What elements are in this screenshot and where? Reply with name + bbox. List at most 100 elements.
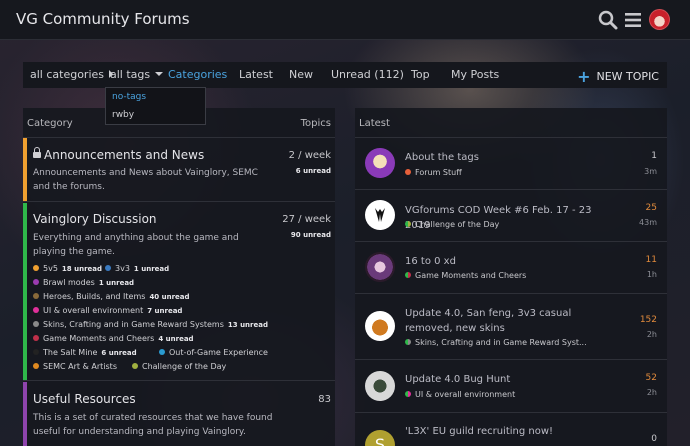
subcategory-salt-mine[interactable]: The Salt Mine 6 unread (33, 348, 137, 357)
topic-title[interactable]: 16 to 0 xd (405, 254, 605, 269)
topic-category[interactable]: Challenge of the Day (405, 220, 499, 229)
subcategory-ui-overall-environment[interactable]: UI & overall environment 7 unread (33, 306, 182, 315)
subcategory-unread: 1 unread (133, 265, 170, 273)
new-topic-label: NEW TOPIC (596, 70, 660, 83)
all-categories-dropdown[interactable]: all categories (30, 68, 114, 81)
reply-count[interactable]: 0 (651, 434, 657, 444)
new-topic-button[interactable]: + NEW TOPIC (577, 67, 659, 86)
category-title[interactable]: Announcements and News (33, 147, 205, 162)
topic-row: Update 4.0 Bug Hunt UI & overall environ… (355, 361, 667, 413)
site-title[interactable]: VG Community Forums (16, 10, 190, 28)
reply-count[interactable]: 152 (640, 315, 657, 325)
tags-dropdown-menu: no-tags rwby (105, 87, 206, 125)
category-dot-icon (33, 293, 39, 299)
activity-time[interactable]: 2h (647, 330, 657, 339)
nav-top[interactable]: Top (411, 68, 430, 81)
nav-categories[interactable]: Categories (168, 68, 227, 81)
subcategory-label: 5v5 (43, 264, 58, 273)
subcategory-heroes-builds-items[interactable]: Heroes, Builds, and Items 40 unread (33, 292, 190, 301)
topic-title[interactable]: Update 4.0, San feng, 3v3 casual removed… (405, 306, 605, 336)
subcategory-unread: 7 unread (147, 307, 183, 315)
nav-latest[interactable]: Latest (239, 68, 273, 81)
category-dot-icon (159, 349, 165, 355)
category-topic-count: 83 (318, 394, 331, 405)
caret-down-icon (155, 72, 164, 76)
all-tags-dropdown[interactable]: all tags (110, 68, 164, 81)
nav-new[interactable]: New (289, 68, 313, 81)
category-unread-count[interactable]: 90 unread (291, 231, 331, 239)
author-avatar[interactable] (365, 148, 395, 178)
reply-count[interactable]: 52 (646, 373, 657, 383)
topic-category[interactable]: Skins, Crafting and in Game Reward Syst.… (405, 338, 587, 347)
logo-icon (375, 208, 385, 222)
subcategory-label: The Salt Mine (43, 348, 98, 357)
category-description: Announcements and News about Vainglory, … (33, 168, 258, 192)
topic-category-label: UI & overall environment (415, 390, 516, 399)
category-dot-icon (33, 363, 39, 369)
category-dot-icon (33, 349, 39, 355)
nav-my-posts[interactable]: My Posts (451, 68, 499, 81)
category-dot-icon (405, 339, 411, 345)
author-avatar[interactable]: S (365, 430, 395, 446)
all-categories-label: all categories (30, 68, 105, 81)
category-title-text: Announcements and News (44, 148, 205, 162)
subcategory-skins-crafting[interactable]: Skins, Crafting and in Game Reward Syste… (33, 320, 268, 329)
nav-unread[interactable]: Unread (112) (331, 68, 404, 81)
category-column-header: Category (27, 118, 73, 129)
category-color-bar (23, 382, 27, 446)
category-dot-icon (33, 335, 39, 341)
category-dot-icon (405, 169, 411, 175)
subcategory-semc-art[interactable]: SEMC Art & Artists (33, 362, 117, 371)
activity-time[interactable]: 2h (647, 388, 657, 397)
topic-title[interactable]: 'L3X' EU guild recruiting now! (405, 424, 605, 439)
tag-option-rwby[interactable]: rwby (112, 110, 134, 120)
tag-option-no-tags[interactable]: no-tags (112, 92, 146, 102)
navigation-bar: all categories all tags Categories Lates… (23, 62, 667, 88)
activity-time[interactable]: 43m (639, 218, 657, 227)
activity-time[interactable]: 3m (644, 167, 657, 176)
subcategory-3v3[interactable]: 3v3 1 unread (105, 264, 169, 273)
topic-row: Update 4.0, San feng, 3v3 casual removed… (355, 295, 667, 360)
subcategory-brawl-modes[interactable]: Brawl modes 1 unread (33, 278, 134, 287)
author-avatar[interactable] (365, 200, 395, 230)
hamburger-menu-icon[interactable] (622, 9, 644, 31)
topic-category-label: Skins, Crafting and in Game Reward Syst.… (415, 338, 587, 347)
topic-category[interactable]: Game Moments and Cheers (405, 271, 526, 280)
category-dot-icon (33, 321, 39, 327)
subcategory-label: Heroes, Builds, and Items (43, 292, 146, 301)
subcategory-5v5[interactable]: 5v5 18 unread (33, 264, 102, 273)
topic-title[interactable]: About the tags (405, 150, 605, 165)
reply-count[interactable]: 25 (646, 203, 657, 213)
category-row: Useful Resources This is a set of curate… (23, 382, 335, 446)
all-tags-label: all tags (110, 68, 151, 81)
topic-category[interactable]: Forum Stuff (405, 168, 462, 177)
category-dot-icon (405, 221, 411, 227)
plus-icon: + (577, 67, 591, 86)
author-avatar[interactable] (365, 252, 395, 282)
subcategory-game-moments[interactable]: Game Moments and Cheers 4 unread (33, 334, 194, 343)
topic-title[interactable]: Update 4.0 Bug Hunt (405, 372, 605, 387)
topic-category-label: Challenge of the Day (415, 220, 500, 229)
subcategory-challenge-of-the-day[interactable]: Challenge of the Day (132, 362, 226, 371)
user-avatar[interactable] (649, 9, 670, 30)
activity-time[interactable]: 1h (647, 270, 657, 279)
subcategory-out-of-game[interactable]: Out-of-Game Experience (159, 348, 268, 357)
reply-count[interactable]: 1 (651, 151, 657, 161)
category-dot-icon (33, 307, 39, 313)
subcategory-label: Challenge of the Day (142, 362, 227, 371)
category-title[interactable]: Vainglory Discussion (33, 212, 157, 226)
category-title[interactable]: Useful Resources (33, 392, 136, 406)
subcategory-unread: 18 unread (61, 265, 103, 273)
author-avatar[interactable] (365, 311, 395, 341)
search-icon[interactable] (597, 9, 619, 31)
subcategory-label: Skins, Crafting and in Game Reward Syste… (43, 320, 224, 329)
category-unread-count[interactable]: 6 unread (296, 167, 331, 175)
reply-count[interactable]: 11 (646, 255, 657, 265)
topic-row: 16 to 0 xd Game Moments and Cheers 11 1h (355, 243, 667, 294)
topic-category[interactable]: UI & overall environment (405, 390, 515, 399)
author-avatar[interactable] (365, 371, 395, 401)
category-dot-icon (105, 265, 111, 271)
category-topic-rate: 27 / week (282, 214, 331, 225)
category-color-bar (23, 138, 27, 201)
category-row: Vainglory Discussion Everything and anyt… (23, 203, 335, 381)
